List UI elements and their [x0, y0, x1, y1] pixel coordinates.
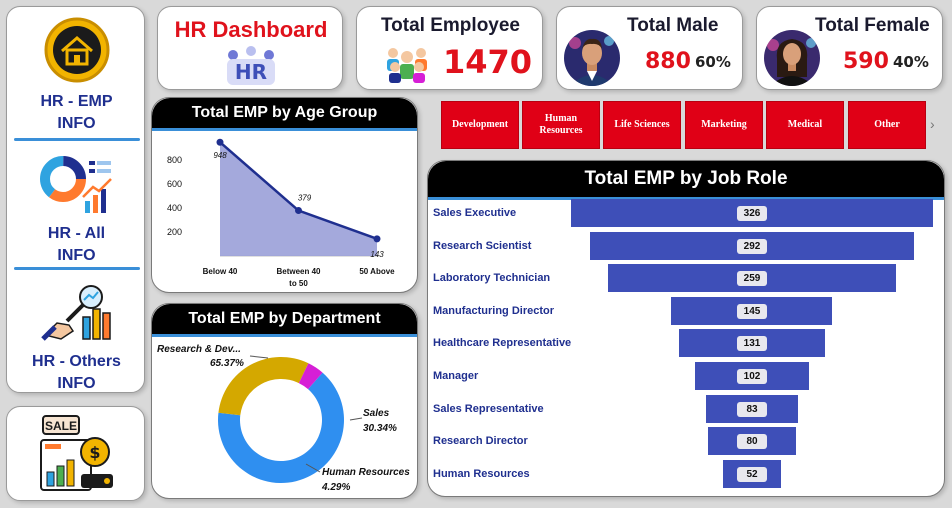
- filter-development[interactable]: Development: [441, 101, 519, 149]
- kpi-total-male: Total Male 880 60%: [556, 6, 743, 90]
- bar-value-label: 326: [737, 206, 767, 221]
- bar-value-label: 52: [737, 466, 767, 482]
- data-point: [216, 138, 224, 146]
- role-label: Research Director: [433, 435, 528, 448]
- y-tick-label: 400: [167, 203, 182, 213]
- role-label: Sales Representative: [433, 402, 544, 415]
- data-point: [295, 207, 302, 215]
- nav-item-hr-all-info[interactable]: HR - All INFO: [7, 155, 146, 267]
- role-label: Manager: [433, 370, 479, 382]
- filter-life-sciences[interactable]: Life Sciences: [603, 101, 681, 149]
- filter-other[interactable]: Other: [848, 101, 926, 149]
- filter-medical[interactable]: Medical: [766, 101, 844, 149]
- department-chart-card: Total EMP by Department Research & Dev..…: [151, 303, 418, 499]
- nav-label: HR - Others INFO: [32, 353, 121, 392]
- chevron-right-icon[interactable]: ›: [930, 116, 935, 132]
- home-icon: [44, 17, 109, 83]
- nav-panel: HR - EMP INFO HR - All INFO HR - Others …: [6, 6, 145, 393]
- analytics-magnifier-icon: [40, 285, 111, 341]
- role-label: Sales Executive: [433, 207, 517, 219]
- nav-divider: [14, 138, 140, 141]
- chart-report-icon: [39, 156, 112, 213]
- slice-value-sales: 30.34%: [363, 423, 397, 434]
- filter-label: Human Resources: [539, 113, 583, 136]
- dashboard-title-card: HR Dashboard HR: [157, 6, 343, 90]
- nav-item-hr-emp-info[interactable]: HR - EMP INFO: [7, 15, 146, 135]
- kpi-total-female: Total Female 590 40%: [756, 6, 943, 90]
- role-label: Laboratory Technician: [433, 272, 551, 285]
- chart-title: Total EMP by Job Role: [428, 161, 944, 197]
- kpi-value: 880: [645, 49, 691, 74]
- chart-title: Total EMP by Department: [152, 304, 417, 334]
- bar-value-label: 145: [737, 303, 767, 319]
- slice-value-hr: 4.29%: [321, 482, 350, 493]
- hr-logo-text: HR: [235, 60, 267, 84]
- female-avatar: [764, 30, 820, 86]
- bar-value-label: 259: [737, 271, 767, 287]
- kpi-title: Total Male: [627, 15, 719, 36]
- y-tick-label: 600: [167, 179, 182, 189]
- nav-divider: [14, 267, 140, 270]
- role-label: Human Resources: [433, 467, 530, 480]
- coin-symbol: $: [89, 443, 100, 462]
- sale-report-icon: SALE $: [40, 415, 113, 491]
- data-label: 379: [298, 194, 312, 203]
- kpi-title: Total Female: [815, 15, 930, 36]
- team-icon: [387, 48, 427, 83]
- bar-value-label: 102: [737, 369, 767, 384]
- filter-human-resources[interactable]: Human Resources: [522, 101, 600, 149]
- kpi-total-employee: Total Employee 1470: [356, 6, 543, 90]
- leader-line: [349, 417, 363, 421]
- kpi-percent: 40%: [893, 53, 929, 71]
- x-tick-label: Between 40: [276, 267, 321, 276]
- age-group-chart: 200 400 600 800 948 379 143 Below 40 Between 4…: [167, 138, 395, 288]
- sale-tile[interactable]: SALE $: [6, 406, 145, 501]
- nav-label: HR - All INFO: [47, 225, 106, 264]
- role-label: Healthcare Representative: [433, 337, 572, 350]
- bar-value-label: 83: [737, 401, 767, 417]
- sale-tag-text: SALE: [45, 419, 77, 433]
- slice-label-hr: Human Resources: [322, 467, 410, 478]
- nav-item-hr-others-info[interactable]: HR - Others INFO: [7, 283, 146, 395]
- slice-label-research: Research & Dev...: [157, 344, 241, 355]
- slice-value-research: 65.37%: [210, 358, 244, 369]
- page-title: HR Dashboard: [174, 17, 328, 42]
- leader-line: [249, 355, 269, 359]
- slice-label-sales: Sales: [363, 408, 390, 419]
- y-tick-label: 800: [167, 155, 182, 165]
- age-group-chart-card: Total EMP by Age Group 200 400 600 800 948 3…: [151, 97, 418, 293]
- x-tick-label: to 50: [289, 279, 308, 288]
- role-label: Manufacturing Director: [433, 304, 555, 317]
- data-label: 948: [213, 151, 227, 160]
- kpi-title: Total Employee: [380, 15, 520, 36]
- data-point: [373, 235, 381, 243]
- kpi-value: 1470: [443, 43, 533, 81]
- chart-title: Total EMP by Age Group: [152, 98, 417, 128]
- bar-value-label: 292: [737, 238, 767, 254]
- x-tick-label: Below 40: [203, 267, 238, 276]
- data-label: 143: [370, 250, 384, 259]
- role-label: Research Scientist: [433, 239, 532, 252]
- bar-value-label: 131: [737, 336, 767, 352]
- hr-logo-icon: HR: [227, 46, 275, 85]
- nav-label: HR - EMP INFO: [40, 93, 113, 132]
- kpi-percent: 60%: [695, 53, 731, 71]
- x-tick-label: 50 Above: [359, 267, 395, 276]
- kpi-value: 590: [843, 49, 889, 74]
- male-avatar: [564, 30, 620, 86]
- department-donut-chart: Research & Dev... 65.37% Sales 30.34% Hu…: [157, 344, 410, 493]
- y-tick-label: 200: [167, 227, 182, 237]
- bar-value-label: 80: [737, 434, 767, 450]
- filter-marketing[interactable]: Marketing: [685, 101, 763, 149]
